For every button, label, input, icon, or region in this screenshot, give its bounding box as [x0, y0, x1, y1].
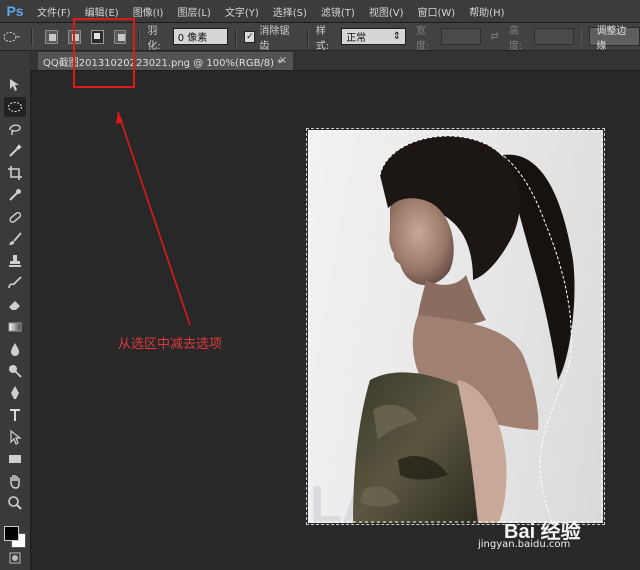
baidu-watermark: Bai 经验 jingyan.baidu.com: [478, 515, 638, 555]
annotation-arrow: [116, 111, 191, 326]
watermark-url: jingyan.baidu.com: [478, 539, 571, 550]
annotation-label: 从选区中减去选项: [118, 337, 223, 352]
